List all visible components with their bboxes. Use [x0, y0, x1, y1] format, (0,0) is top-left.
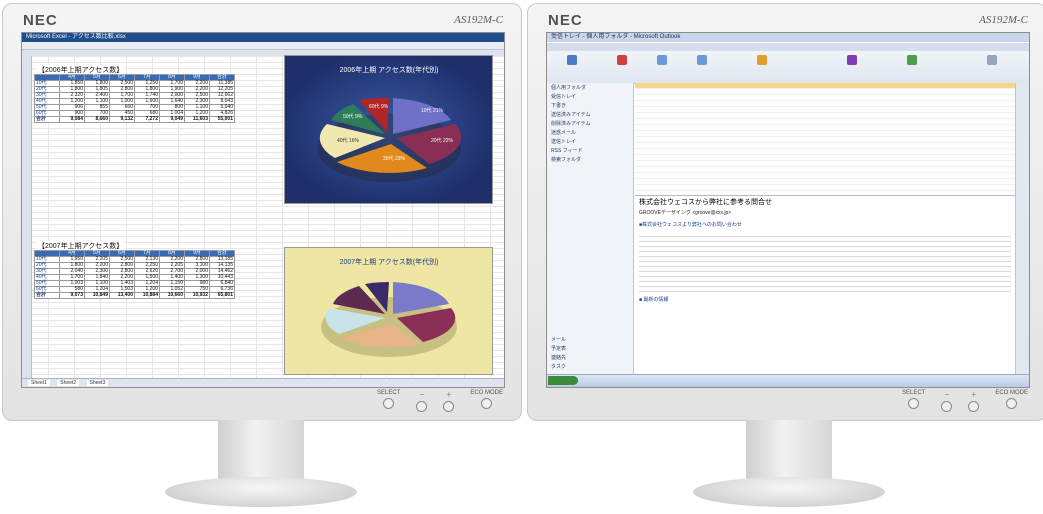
row-headers: [22, 56, 32, 379]
categorize-icon[interactable]: [907, 55, 917, 65]
slice-label-10s: 10代 21%: [421, 107, 444, 114]
table-cell[interactable]: 55,001: [209, 116, 235, 123]
table-cell[interactable]: 9,132: [109, 116, 135, 123]
table-cell[interactable]: 9,084: [59, 116, 85, 123]
monitor-model: AS192M-C: [454, 14, 503, 26]
table-2007: 4月 5月 6月 7月 8月 9月 合計 10代 1,950 2,205 2,500 2,130 2,2…: [34, 250, 235, 299]
email-body-text: [639, 232, 1011, 292]
table-cell[interactable]: 合計: [34, 292, 60, 299]
formula-bar: [22, 42, 504, 50]
table-cell[interactable]: 65,801: [209, 292, 235, 299]
slice-label-50s: 50代 9%: [343, 113, 363, 120]
nav-folder-item[interactable]: 検索フォルダ: [547, 155, 633, 164]
table-cell[interactable]: 10,884: [134, 292, 160, 299]
monitor-controls: SELECT － ＋ ECO MODE: [902, 390, 1028, 412]
eco-mode-button[interactable]: ECO MODE: [470, 390, 503, 412]
select-button[interactable]: SELECT: [902, 390, 925, 412]
email-subject: 株式会社ウェコスから弊社に参考る問合せ: [639, 199, 772, 206]
new-mail-icon[interactable]: [567, 55, 577, 65]
plus-button[interactable]: ＋: [443, 390, 455, 412]
minus-button[interactable]: －: [416, 390, 428, 412]
pie-chart-2006: 2006年上期 アクセス数(年代別) 10代 21% 20代 22% 30代 2…: [284, 55, 493, 204]
nav-folder-item[interactable]: RSS フィード: [547, 146, 633, 155]
chart2-title: 2007年上期 アクセス数(年代別): [340, 257, 439, 266]
nav-button-contacts[interactable]: 連絡先: [547, 353, 633, 362]
monitor-model: AS192M-C: [979, 14, 1028, 26]
left-monitor: NEC AS192M-C Microsoft Excel - アクセス数比較.x…: [2, 3, 522, 421]
move-icon[interactable]: [757, 55, 767, 65]
excel-title-bar: Microsoft Excel - アクセス数比較.xlsx: [22, 33, 504, 42]
right-monitor-neck: [746, 420, 832, 482]
table-cell[interactable]: 9,049: [159, 116, 185, 123]
email-body-heading: ■株式会社ウェコスより弊社へのお問い合わせ: [639, 222, 742, 228]
table-2006: 4月 5月 6月 7月 8月 9月 合計 10代 1,850 1,800 2,500 1,250 1,7…: [34, 74, 235, 123]
nav-folder-item[interactable]: 送信トレイ: [547, 137, 633, 146]
chart1-title: 2006年上期 アクセス数(年代別): [340, 65, 439, 74]
table-cell[interactable]: 10,849: [84, 292, 110, 299]
nav-folder-item[interactable]: 送信済みアイテム: [547, 110, 633, 119]
todo-bar[interactable]: [1015, 83, 1029, 375]
outlook-ribbon: [547, 43, 1029, 84]
table-cell[interactable]: 13,400: [109, 292, 135, 299]
nav-folder-item[interactable]: 受信トレイ: [547, 92, 633, 101]
start-button[interactable]: [548, 376, 578, 385]
table-cell[interactable]: 11,603: [184, 116, 210, 123]
eco-mode-button[interactable]: ECO MODE: [995, 390, 1028, 412]
email-section-2: ■ 最新の情報: [639, 297, 669, 303]
right-monitor: NEC AS192M-C 受信トレイ - 個人用フォルダ - Microsoft…: [527, 3, 1043, 421]
table-row: 合計 9,084 8,660 9,132 7,272 9,049 11,603 55,001: [34, 116, 235, 123]
table-cell[interactable]: 7,272: [134, 116, 160, 123]
table-cell[interactable]: 10,932: [184, 292, 210, 299]
excel-screen: Microsoft Excel - アクセス数比較.xlsx 【2006年上期ア…: [21, 32, 505, 388]
message-list: [635, 83, 1015, 203]
outlook-title-bar: 受信トレイ - 個人用フォルダ - Microsoft Outlook: [547, 33, 1029, 42]
table-cell[interactable]: 10,660: [159, 292, 185, 299]
pie-chart-2006-svg: 2006年上期 アクセス数(年代別) 10代 21% 20代 22% 30代 2…: [317, 65, 462, 182]
nav-folder-item[interactable]: 迷惑メール: [547, 128, 633, 137]
nav-folder-item[interactable]: 下書き: [547, 101, 633, 110]
delete-icon[interactable]: [617, 55, 627, 65]
taskbar: [547, 374, 1029, 387]
nav-button-calendar[interactable]: 予定表: [547, 344, 633, 353]
reading-pane: 株式会社ウェコスから弊社に参考る問合せ GROOVEデーザイング <groove…: [635, 195, 1015, 375]
right-monitor-base: [693, 477, 885, 507]
minus-button[interactable]: －: [941, 390, 953, 412]
sheet-tab-2[interactable]: Sheet2: [57, 380, 80, 386]
slice-label-60s: 60代 9%: [369, 103, 389, 110]
monitor-controls: SELECT － ＋ ECO MODE: [377, 390, 503, 412]
outlook-screen: 受信トレイ - 個人用フォルダ - Microsoft Outlook 個人用フ…: [546, 32, 1030, 388]
address-book-icon[interactable]: [987, 55, 997, 65]
slice-label-30s: 30代 23%: [383, 155, 406, 162]
nav-folder-item[interactable]: 削除済みアイテム: [547, 119, 633, 128]
navigation-pane: 個人用フォルダ 受信トレイ 下書き 送信済みアイテム 削除済みアイテム 迷惑メール 送信トレ…: [547, 83, 634, 375]
nav-button-tasks[interactable]: タスク: [547, 362, 633, 371]
table-cell[interactable]: 9,073: [59, 292, 85, 299]
sheet-tab-1[interactable]: Sheet1: [28, 380, 50, 386]
left-monitor-neck: [218, 420, 304, 482]
table-row: 合計 9,073 10,849 13,400 10,884 10,660 10,932 65,…: [34, 292, 235, 299]
onenote-icon[interactable]: [847, 55, 857, 65]
pie-chart-2007: 2007年上期 アクセス数(年代別): [284, 247, 493, 375]
slice-label-40s: 40代 16%: [337, 137, 360, 144]
email-sender: GROOVEデーザイング <groove@xxx.jp>: [639, 210, 732, 216]
nav-button-mail[interactable]: メール: [547, 335, 633, 344]
monitor-brand: NEC: [23, 12, 58, 29]
sheet-tab-3[interactable]: Sheet3: [86, 380, 109, 386]
forward-icon[interactable]: [697, 55, 707, 65]
table-cell[interactable]: 8,660: [84, 116, 110, 123]
slice-label-20s: 20代 22%: [431, 137, 454, 144]
nav-folder-item[interactable]: 個人用フォルダ: [547, 83, 633, 92]
monitor-brand: NEC: [548, 12, 583, 29]
table-cell[interactable]: 合計: [34, 116, 60, 123]
reply-icon[interactable]: [657, 55, 667, 65]
select-button[interactable]: SELECT: [377, 390, 400, 412]
pie-chart-2007-svg: 2007年上期 アクセス数(年代別): [321, 257, 457, 357]
sheet-tabs: Sheet1 Sheet2 Sheet3: [22, 378, 504, 387]
plus-button[interactable]: ＋: [968, 390, 980, 412]
left-monitor-base: [165, 477, 357, 507]
